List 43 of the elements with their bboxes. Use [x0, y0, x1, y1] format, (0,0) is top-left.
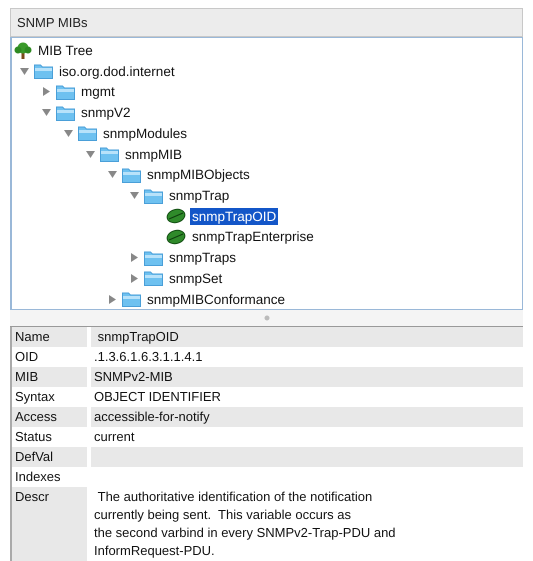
caret-icon[interactable] [42, 87, 50, 96]
folder-icon [78, 125, 97, 142]
folder-icon [34, 63, 53, 80]
caret-icon[interactable] [130, 191, 138, 200]
tree-node[interactable]: snmpV2 [79, 104, 133, 122]
tree-node[interactable]: mgmt [79, 83, 117, 100]
folder-icon [144, 270, 163, 286]
folder-icon [100, 146, 119, 162]
folder-icon [122, 291, 141, 308]
caret-icon[interactable] [108, 294, 116, 304]
tree-node[interactable]: snmpTraps [167, 249, 238, 266]
tree-node[interactable]: snmpTrapEnterprise [190, 228, 316, 246]
property-name: Descr [12, 487, 87, 561]
tree-node[interactable]: snmpMIBConformance [145, 290, 288, 308]
property-name: DefVal [12, 447, 87, 467]
tree-node[interactable]: snmpTrapOID [190, 208, 278, 225]
folder-icon [122, 166, 141, 183]
tree-node[interactable]: snmpMIBObjects [145, 166, 252, 184]
folder-icon [144, 250, 163, 266]
tree-node[interactable]: MIB Tree [36, 42, 95, 59]
tree-icon [14, 42, 32, 59]
property-name: Access [12, 407, 87, 427]
caret-icon[interactable] [20, 66, 28, 76]
tree-node[interactable]: snmpMIB [123, 146, 184, 163]
caret-icon[interactable] [130, 274, 138, 283]
folder-icon [144, 188, 163, 204]
property-name: MIB [12, 367, 87, 387]
caret-icon[interactable] [42, 108, 50, 118]
tree-node[interactable]: iso.org.dod.internet [57, 62, 177, 80]
caret-icon[interactable] [108, 170, 116, 180]
caret-icon[interactable] [86, 150, 94, 159]
caret-icon[interactable] [64, 128, 72, 138]
splitter-handle-icon[interactable] [264, 315, 270, 322]
folder-icon [56, 84, 75, 100]
folder-icon [56, 104, 75, 121]
leaf-icon [166, 208, 186, 224]
leaf-icon [166, 228, 186, 245]
tree-node[interactable]: snmpSet [167, 270, 224, 287]
tree-node[interactable]: snmpModules [101, 124, 190, 142]
tree-node[interactable]: snmpTrap [167, 187, 232, 204]
caret-icon[interactable] [130, 253, 138, 262]
panel-title: SNMP MIBs [10, 8, 523, 37]
property-name: Name [12, 327, 87, 347]
